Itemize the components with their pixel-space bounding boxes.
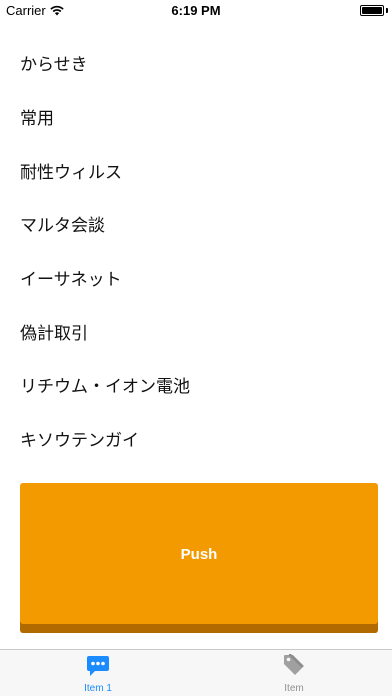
tab-label: Item xyxy=(284,683,304,694)
tab-item-1[interactable]: Item 1 xyxy=(0,650,196,696)
chat-bubble-icon xyxy=(87,656,109,676)
word-list: からせき 常用 耐性ウィルス マルタ会談 イーサネット 偽計取引 リチウム・イオ… xyxy=(0,36,392,466)
status-bar: Carrier 6:19 PM xyxy=(0,0,392,22)
list-item[interactable]: からせき xyxy=(0,36,392,90)
list-item[interactable]: リチウム・イオン電池 xyxy=(0,358,392,412)
list-item[interactable]: キソウテンガイ xyxy=(0,412,392,466)
tab-item[interactable]: Item xyxy=(196,650,392,696)
battery-tip xyxy=(386,8,388,13)
status-time: 6:19 PM xyxy=(171,3,221,18)
push-button-label: Push xyxy=(180,545,218,563)
list-item[interactable]: マルタ会談 xyxy=(0,197,392,251)
tab-bar: Item 1 Item xyxy=(0,649,392,696)
tag-icon xyxy=(284,654,304,675)
app-screen: Carrier 6:19 PM からせき 常用 耐性ウィルス マルタ会談 イーサ… xyxy=(0,0,392,696)
tab-label: Item 1 xyxy=(84,683,112,694)
battery-icon xyxy=(360,5,384,16)
list-item[interactable]: 偽計取引 xyxy=(0,304,392,358)
list-item[interactable]: 常用 xyxy=(0,90,392,144)
push-button[interactable]: Push xyxy=(20,483,378,633)
battery-level xyxy=(362,7,382,14)
list-item[interactable]: イーサネット xyxy=(0,251,392,305)
list-item[interactable]: 耐性ウィルス xyxy=(0,143,392,197)
